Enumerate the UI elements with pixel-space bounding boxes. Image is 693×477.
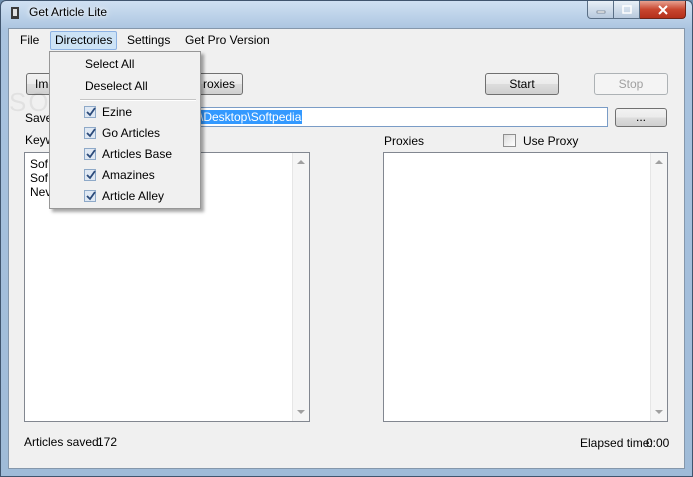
- articles-saved-count: 172: [97, 435, 118, 449]
- menu-deselect-all[interactable]: Deselect All: [52, 76, 198, 96]
- stop-button[interactable]: Stop: [594, 73, 668, 95]
- browse-button[interactable]: ...: [615, 108, 667, 127]
- menu-settings[interactable]: Settings: [123, 32, 174, 49]
- menu-file[interactable]: File: [16, 32, 43, 49]
- menu-directory-label: Articles Base: [102, 147, 173, 161]
- menu-directory-amazines[interactable]: Amazines: [52, 165, 198, 185]
- menu-directory-label: Go Articles: [102, 126, 161, 140]
- scroll-down-arrow-icon[interactable]: [297, 410, 305, 414]
- menu-directory-go-articles[interactable]: Go Articles: [52, 123, 198, 143]
- menu-directory-label: Ezine: [102, 105, 133, 119]
- maximize-icon: [621, 5, 632, 14]
- proxies-list[interactable]: [383, 152, 668, 422]
- caption-buttons: [587, 1, 686, 20]
- checkmark-icon: [84, 169, 96, 181]
- use-proxy-label: Use Proxy: [523, 134, 579, 148]
- proxies-label: Proxies: [384, 134, 425, 148]
- menu-bar: File Directories Settings Get Pro Versio…: [9, 29, 684, 51]
- menu-directory-label: Article Alley: [102, 189, 165, 203]
- menu-directory-ezine[interactable]: Ezine: [52, 102, 198, 122]
- title-bar[interactable]: Get Article Lite: [1, 1, 692, 27]
- menu-separator: [80, 99, 196, 101]
- scroll-up-arrow-icon[interactable]: [655, 160, 663, 164]
- close-button[interactable]: [640, 1, 686, 19]
- scroll-up-arrow-icon[interactable]: [297, 160, 305, 164]
- checkmark-icon: [84, 127, 96, 139]
- keywords-scrollbar[interactable]: [292, 153, 309, 421]
- elapsed-time-label: Elapsed time:: [580, 436, 653, 450]
- maximize-button[interactable]: [614, 1, 640, 19]
- use-proxy-checkbox[interactable]: [503, 134, 516, 147]
- directories-dropdown: Select All Deselect All Ezine Go Article…: [49, 51, 201, 209]
- menu-deselect-all-label: Deselect All: [85, 79, 148, 93]
- minimize-button[interactable]: [587, 1, 614, 19]
- articles-saved-label: Articles saved: [24, 435, 99, 449]
- menu-directories[interactable]: Directories: [50, 31, 118, 50]
- checkmark-icon: [84, 106, 96, 118]
- menu-select-all-label: Select All: [85, 57, 135, 71]
- checkmark-icon: [84, 148, 96, 160]
- elapsed-time-value: 0:00: [646, 436, 670, 450]
- menu-select-all[interactable]: Select All: [52, 54, 198, 74]
- window-title: Get Article Lite: [29, 5, 108, 19]
- proxies-scrollbar[interactable]: [650, 153, 667, 421]
- scroll-down-arrow-icon[interactable]: [655, 410, 663, 414]
- start-button[interactable]: Start: [485, 73, 559, 95]
- menu-directory-article-alley[interactable]: Article Alley: [52, 186, 198, 206]
- save-path-value: \Desktop\Softpedia: [199, 110, 303, 124]
- keyword-item[interactable]: Sof: [30, 157, 48, 171]
- proxies-button[interactable]: roxies: [195, 73, 243, 95]
- checkmark-icon: [84, 190, 96, 202]
- save-path-field[interactable]: \Desktop\Softpedia: [196, 107, 608, 127]
- menu-get-pro-version[interactable]: Get Pro Version: [181, 32, 274, 49]
- menu-directory-label: Amazines: [102, 168, 155, 182]
- app-window: Get Article Lite File Directories Settin…: [0, 0, 693, 477]
- client-area: File Directories Settings Get Pro Versio…: [8, 28, 685, 469]
- menu-directory-articles-base[interactable]: Articles Base: [52, 144, 198, 164]
- minimize-icon: [596, 10, 605, 13]
- app-icon: [11, 7, 19, 19]
- keyword-item[interactable]: Sof: [30, 171, 48, 185]
- close-icon: [657, 4, 668, 15]
